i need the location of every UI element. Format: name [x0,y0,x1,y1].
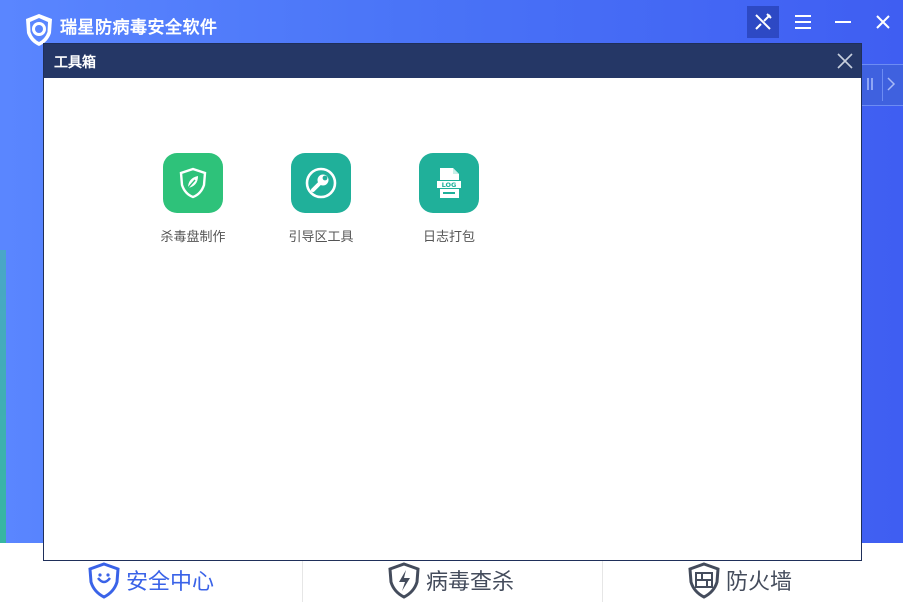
app-title: 瑞星防病毒安全软件 [60,18,218,38]
chevron-right-icon[interactable] [886,76,896,92]
tool-rescue-disk[interactable]: 杀毒盘制作 [143,153,243,245]
shield-leaf-icon [163,153,223,213]
shield-bolt-icon [388,561,420,599]
background-edge [0,250,6,550]
nav-divider [302,557,303,602]
side-panel-strip [862,64,903,106]
nav-label: 病毒查杀 [426,569,515,595]
dialog-header: 工具箱 [44,44,861,78]
nav-label: 防火墙 [726,569,793,595]
tool-boot-sector[interactable]: 引导区工具 [271,153,371,245]
tool-label: 日志打包 [422,230,475,245]
minimize-icon [835,21,851,23]
nav-divider [602,557,603,602]
tool-label: 引导区工具 [288,230,354,245]
nav-item-security-center[interactable]: 安全中心 [86,557,214,602]
tool-label: 杀毒盘制作 [160,230,226,245]
tools-icon [755,13,772,30]
toolbox-dialog: 工具箱 杀毒盘制作 引导区工具 LOG 日志打包 [43,43,862,561]
menu-icon [795,15,811,29]
wrench-icon [291,153,351,213]
title-bar: 瑞星防病毒安全软件 [0,0,903,46]
strip-divider [882,69,883,101]
close-icon [837,53,853,69]
shield-lion-icon [88,561,120,599]
close-button[interactable] [867,6,899,38]
menu-button[interactable] [787,6,819,38]
nav-item-virus-scan[interactable]: 病毒查杀 [386,557,514,602]
close-icon [876,15,890,29]
grip-icon [867,78,873,90]
nav-label: 安全中心 [126,569,215,595]
app-logo-icon [24,13,54,47]
tool-log-pack[interactable]: LOG 日志打包 [399,153,499,245]
svg-text:LOG: LOG [442,181,457,189]
minimize-button[interactable] [827,6,859,38]
firewall-icon [688,561,720,599]
log-file-icon: LOG [419,153,479,213]
tools-button[interactable] [747,6,779,38]
dialog-title: 工具箱 [54,55,96,71]
nav-item-firewall[interactable]: 防火墙 [686,557,792,602]
dialog-close-button[interactable] [835,51,855,71]
